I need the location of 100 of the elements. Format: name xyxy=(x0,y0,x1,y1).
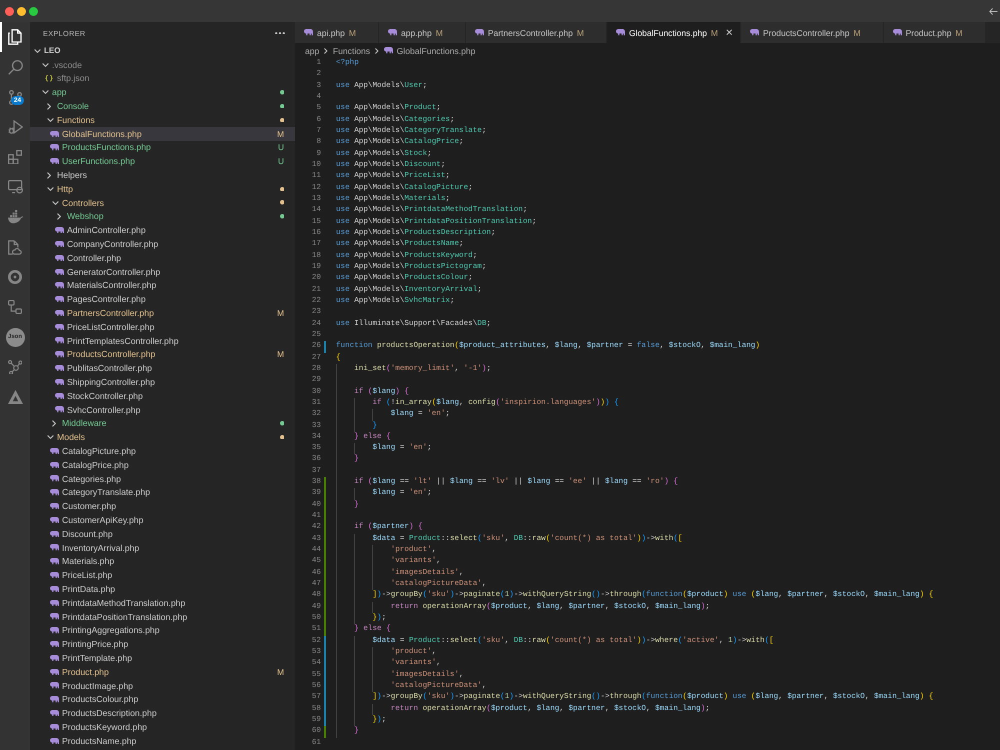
file-item[interactable]: Customer.php xyxy=(30,499,295,514)
file-item[interactable]: CustomerApiKey.php xyxy=(30,513,295,527)
file-item[interactable]: PartnersController.php M xyxy=(30,306,295,320)
folder-item[interactable]: Console xyxy=(30,99,295,113)
elephant-icon xyxy=(50,724,59,730)
folder-item[interactable]: Http xyxy=(30,182,295,196)
file-item[interactable]: Product.php M xyxy=(30,664,295,679)
elephant-icon xyxy=(50,586,59,592)
file-item[interactable]: ProductsColour.php xyxy=(30,692,295,706)
elephant-icon xyxy=(50,654,59,662)
file-item[interactable]: ProductImage.php xyxy=(30,678,295,692)
search-icon xyxy=(8,60,22,74)
elephant-icon xyxy=(55,351,64,358)
file-item[interactable]: InventoryArrival.php xyxy=(30,540,295,554)
editor-tab[interactable]: GlobalFunctions.php M xyxy=(606,22,742,43)
file-item[interactable]: ProductsName.php xyxy=(30,734,295,748)
folder-item[interactable]: Controllers xyxy=(30,196,295,210)
elephant-icon xyxy=(50,516,59,524)
breadcrumb-item[interactable]: GlobalFunctions.php xyxy=(384,46,476,56)
editor-tab[interactable]: PartnersController.php M xyxy=(466,22,607,43)
folder-item[interactable]: Helpers xyxy=(30,168,295,182)
elephant-icon xyxy=(616,29,625,36)
elephant-icon xyxy=(50,144,59,151)
elephant-icon xyxy=(50,572,59,578)
arrow-left-icon xyxy=(989,8,998,14)
file-item[interactable]: Materials.php xyxy=(30,554,295,568)
elephant-icon xyxy=(384,47,393,54)
file-item[interactable]: PrintingAggregations.php xyxy=(30,623,295,638)
elephant-icon xyxy=(50,503,59,510)
file-item[interactable]: CatalogPrice.php xyxy=(30,458,295,472)
git-status-letter: M xyxy=(348,28,356,38)
file-item[interactable]: PrintTemplatesController.php xyxy=(30,334,295,348)
ellipsis-icon xyxy=(275,32,285,34)
elephant-icon xyxy=(50,530,59,537)
elephant-icon xyxy=(50,475,59,482)
elephant-icon xyxy=(55,240,64,248)
file-item[interactable]: MaterialsController.php xyxy=(30,278,295,292)
file-item[interactable]: AdminController.php xyxy=(30,223,295,238)
elephant-icon xyxy=(50,158,59,164)
elephant-icon xyxy=(50,710,59,716)
breadcrumb-item[interactable]: app xyxy=(305,46,320,56)
whale-icon xyxy=(8,210,22,224)
files-icon xyxy=(8,29,22,45)
folder-item[interactable]: Webshop xyxy=(30,210,295,224)
file-item[interactable]: GeneratorController.php xyxy=(30,264,295,279)
file-item[interactable]: Discount.php xyxy=(30,526,295,541)
file-item[interactable]: ProductsFunctions.php U xyxy=(30,140,295,154)
git-status-letter: M xyxy=(853,28,861,38)
folder-item[interactable]: Middleware xyxy=(30,416,295,430)
file-item[interactable]: CategoryTranslate.php xyxy=(30,486,295,500)
file-item[interactable]: SvhcController.php xyxy=(30,402,295,417)
file-item[interactable]: PrintdataMethodTranslation.php xyxy=(30,596,295,610)
file-item[interactable]: PrintData.php xyxy=(30,582,295,596)
elephant-icon xyxy=(55,310,64,316)
window-minimize-button[interactable] xyxy=(16,6,26,16)
editor-tab[interactable]: Product.php M xyxy=(884,22,986,43)
elephant-icon xyxy=(50,738,59,744)
close-icon xyxy=(726,29,733,36)
git-status-letter: M xyxy=(710,28,718,38)
file-item[interactable]: Categories.php xyxy=(30,472,295,486)
more-button[interactable] xyxy=(273,30,287,36)
folder-item[interactable]: app xyxy=(30,85,295,100)
editor-tab[interactable]: ProductsController.php M xyxy=(741,22,884,43)
folder-item[interactable]: Models xyxy=(30,430,295,444)
file-item[interactable]: StockController.php xyxy=(30,388,295,403)
git-status-letter: M xyxy=(436,28,443,38)
folder-item[interactable]: Functions xyxy=(30,112,295,127)
file-item[interactable]: ProductsController.php M xyxy=(30,348,295,362)
window-close-button[interactable] xyxy=(4,6,14,16)
elephant-icon xyxy=(55,337,64,344)
file-item[interactable]: PagesController.php xyxy=(30,292,295,306)
elephant-icon xyxy=(50,544,59,551)
file-item[interactable]: ProductsKeyword.php xyxy=(30,720,295,734)
file-item[interactable]: PublitasController.php xyxy=(30,361,295,376)
file-item[interactable]: ProductsDescription.php xyxy=(30,706,295,720)
braces-icon xyxy=(45,75,53,82)
file-item[interactable]: GlobalFunctions.php M xyxy=(30,126,295,141)
file-item[interactable]: PriceList.php xyxy=(30,568,295,582)
elephant-icon xyxy=(304,29,313,36)
elephant-icon xyxy=(474,29,484,36)
window-zoom-button[interactable] xyxy=(28,6,38,16)
file-item[interactable]: PriceListController.php xyxy=(30,320,295,334)
file-item[interactable]: UserFunctions.php U xyxy=(30,154,295,168)
folder-item[interactable]: .vscode xyxy=(30,58,295,72)
file-item[interactable]: ShippingController.php xyxy=(30,375,295,389)
file-item[interactable]: CatalogPicture.php xyxy=(30,444,295,458)
elephant-icon xyxy=(55,365,64,372)
file-item[interactable]: PrintTemplate.php xyxy=(30,651,295,665)
file-item[interactable]: PrintdataPositionTranslation.php xyxy=(30,610,295,624)
elephant-icon xyxy=(388,29,397,36)
file-item[interactable]: CompanyController.php xyxy=(30,237,295,251)
file-item[interactable]: Controller.php xyxy=(30,250,295,265)
play-bug-icon xyxy=(8,120,22,134)
editor-tab[interactable]: api.php M xyxy=(295,22,379,43)
file-item[interactable]: PrintingPrice.php xyxy=(30,637,295,652)
elephant-icon xyxy=(50,558,59,565)
editor-tab[interactable]: app.php M xyxy=(378,22,466,43)
file-item[interactable]: sftp.json xyxy=(30,72,295,86)
workspace-header[interactable]: LEO xyxy=(30,44,295,58)
breadcrumb-item[interactable]: Functions xyxy=(332,46,370,56)
